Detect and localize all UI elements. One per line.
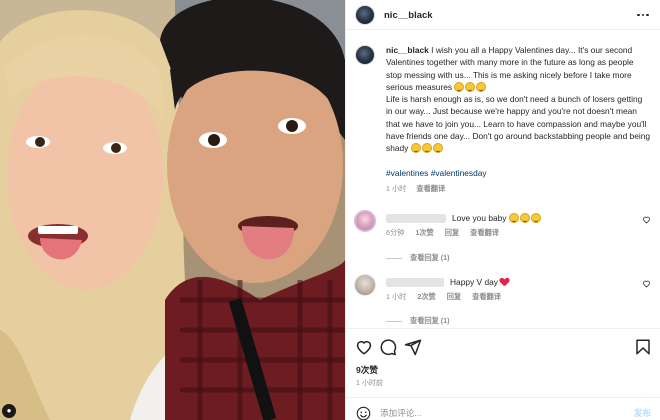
flushed-emoji-icon: [508, 213, 519, 223]
grin-emoji-icon: [432, 143, 443, 154]
caption-username[interactable]: nic__black: [386, 45, 429, 55]
view-replies-button[interactable]: 查看回复 (1): [386, 316, 450, 326]
commenter-avatar[interactable]: [354, 210, 376, 232]
heart-icon[interactable]: [355, 338, 373, 356]
comment-meta: 6分钟 1次赞 回复 查看翻译: [386, 228, 508, 238]
bookmark-icon[interactable]: [634, 338, 652, 356]
grin-emoji-icon: [421, 143, 432, 154]
post-action-bar: [346, 328, 660, 368]
comment-text: Love you baby: [452, 213, 542, 223]
share-icon[interactable]: [404, 338, 422, 356]
flushed-emoji-icon: [519, 213, 530, 223]
photo-illustration: [0, 0, 345, 420]
grin-emoji-icon: [410, 143, 421, 154]
post-header: nic__black: [346, 0, 660, 30]
caption-paragraph-2: Life is harsh enough as is, so we don't …: [386, 93, 651, 154]
add-comment-bar: 发布: [346, 397, 660, 420]
comment-icon[interactable]: [379, 338, 397, 356]
hashtag-link[interactable]: #valentinesday: [431, 168, 487, 178]
more-options-icon[interactable]: [636, 8, 650, 22]
comment-text: Happy V day: [450, 277, 509, 287]
user-tag-icon[interactable]: ●: [2, 404, 16, 418]
post-photo: ●: [0, 0, 345, 420]
comment-heart-icon[interactable]: [642, 215, 651, 224]
commenter-username-redacted: [386, 214, 446, 223]
likes-count[interactable]: 9次赞: [356, 364, 378, 376]
add-comment-input[interactable]: [380, 405, 600, 420]
comment-heart-icon[interactable]: [642, 279, 651, 288]
flushed-emoji-icon: [530, 213, 541, 223]
comment-likes[interactable]: 2次赞: [417, 292, 435, 301]
comment-reply-button[interactable]: 回复: [445, 228, 459, 237]
grin-emoji-icon: [454, 81, 465, 92]
commenter-username-redacted: [386, 278, 444, 287]
comment-translate-link[interactable]: 查看翻译: [470, 228, 499, 237]
red-heart-emoji-icon: [500, 278, 509, 286]
hashtag-link[interactable]: #valentines: [386, 168, 428, 178]
caption-hashtags: #valentines #valentinesday: [386, 167, 651, 179]
post-time: 1 小时前: [356, 380, 383, 387]
author-avatar[interactable]: [355, 5, 375, 25]
caption-paragraph-1: nic__black I wish you all a Happy Valent…: [386, 44, 651, 93]
caption-time: 1 小时: [386, 183, 407, 193]
commenter-avatar[interactable]: [354, 274, 376, 296]
caption-translate-link[interactable]: 查看翻译: [416, 184, 445, 193]
post-details-panel: nic__black nic__black I wish you all a H…: [345, 0, 660, 420]
comment-time: 6分钟: [386, 228, 405, 237]
comment-time: 1 小时: [386, 292, 407, 301]
comment-likes[interactable]: 1次赞: [415, 228, 433, 237]
grin-emoji-icon: [465, 81, 476, 92]
comment-meta: 1 小时 2次赞 回复 查看翻译: [386, 292, 510, 302]
caption-avatar[interactable]: [355, 45, 375, 65]
author-username[interactable]: nic__black: [384, 10, 433, 21]
view-replies-button[interactable]: 查看回复 (1): [386, 253, 450, 263]
comment-reply-button[interactable]: 回复: [447, 292, 461, 301]
grin-emoji-icon: [476, 81, 487, 92]
post-comment-button[interactable]: 发布: [634, 407, 651, 419]
caption-text: nic__black I wish you all a Happy Valent…: [386, 44, 651, 195]
comment-translate-link[interactable]: 查看翻译: [472, 292, 501, 301]
caption-meta: 1 小时 查看翻译: [386, 183, 651, 195]
emoji-icon[interactable]: [356, 406, 371, 420]
